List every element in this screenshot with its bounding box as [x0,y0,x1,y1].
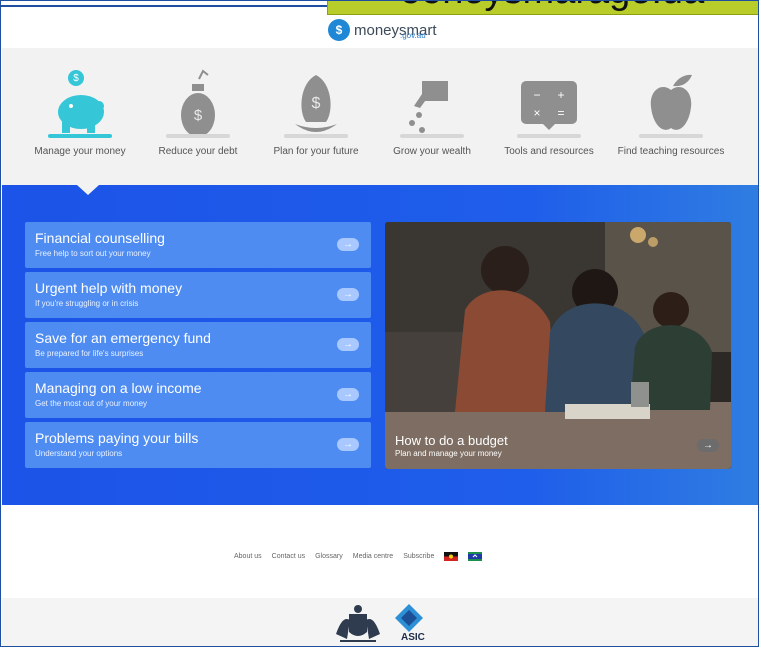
footer-link-contact[interactable]: Contact us [272,553,305,560]
aboriginal-flag-icon [444,552,459,561]
active-nav-pointer [77,185,99,195]
svg-text:$: $ [194,107,203,124]
promo-paying-bills[interactable]: Problems paying your bills Understand yo… [25,422,371,468]
nav-item-tools-resources[interactable]: − + × = Tools and resources [494,48,604,185]
promo-financial-counselling[interactable]: Financial counselling Free help to sort … [25,222,371,268]
moneysmart-logo[interactable]: $ moneysmart .gov.au [328,19,437,41]
promo-title: Problems paying your bills [35,430,199,446]
promo-subtitle: If you're struggling or in crisis [35,299,139,308]
svg-text:−: − [533,88,540,102]
people-budgeting-photo [385,222,731,469]
piggy-bank-icon: $ [58,70,104,133]
egg-icon: $ [295,75,337,132]
promo-subtitle: Get the most out of your money [35,399,148,408]
promo-emergency-fund[interactable]: Save for an emergency fund Be prepared f… [25,322,371,368]
promo-title: Financial counselling [35,230,165,246]
promo-urgent-help[interactable]: Urgent help with money If you're struggl… [25,272,371,318]
torres-strait-flag-icon [468,552,483,561]
footer-link-subscribe[interactable]: Subscribe [403,553,434,560]
arrow-right-icon: → [337,438,359,451]
nav-label: Plan for your future [273,146,359,157]
nav-item-manage-money[interactable]: $ Manage your money [25,48,135,185]
nav-label: Tools and resources [504,146,594,157]
footer-link-media[interactable]: Media centre [353,553,393,560]
browser-page-frame: ooneysmarage.ua $ moneysmart .gov.au $ M… [0,0,759,647]
footer-link-about[interactable]: About us [234,553,262,560]
calculator-icon: − + × = [521,81,577,130]
promo-title: Managing on a low income [35,380,202,396]
watering-can-icon [409,81,448,133]
australian-crest-icon [336,605,380,642]
nav-item-plan-future[interactable]: $ Plan for your future [261,48,371,185]
nav-item-reduce-debt[interactable]: $ Reduce your debt [143,48,253,185]
promo-subtitle: Be prepared for life's surprises [35,349,144,358]
promo-title: Urgent help with money [35,280,183,296]
footer-links: About us Contact us Glossary Media centr… [234,552,483,561]
nav-label: Manage your money [34,146,126,157]
svg-text:×: × [533,106,540,120]
footer-link-glossary[interactable]: Glossary [315,553,343,560]
nav-item-grow-wealth[interactable]: Grow your wealth [377,48,487,185]
svg-text:=: = [557,106,564,120]
promo-subtitle: Understand your options [35,449,123,458]
arrow-right-icon: → [337,388,359,401]
header-caption: ooneysmarage.ua [327,1,758,15]
main-category-nav: $ Manage your money $ Reduce your debt $… [2,48,758,185]
svg-text:$: $ [73,73,79,84]
feature-budget-card[interactable]: How to do a budget Plan and manage your … [385,222,731,469]
nav-item-teaching-resources[interactable]: Find teaching resources [616,48,726,185]
brand-domain: .gov.au [400,31,426,40]
arrow-right-icon: → [337,238,359,251]
promo-low-income[interactable]: Managing on a low income Get the most ou… [25,372,371,418]
promo-title: Save for an emergency fund [35,330,211,346]
arrow-right-icon: → [337,288,359,301]
bomb-icon: $ [181,69,215,137]
svg-text:$: $ [312,95,321,112]
arrow-right-icon: → [697,439,719,452]
nav-label: Find teaching resources [617,146,725,157]
nav-label: Reduce your debt [158,146,238,157]
feature-title: How to do a budget [395,433,508,448]
feature-subtitle: Plan and manage your money [395,449,502,458]
shield-icon: $ [328,19,350,41]
svg-text:+: + [557,88,564,102]
asic-label: ASIC [401,632,425,643]
promo-subtitle: Free help to sort out your money [35,249,151,258]
arrow-right-icon: → [337,338,359,351]
nav-label: Grow your wealth [393,146,471,157]
apple-icon [650,74,692,130]
